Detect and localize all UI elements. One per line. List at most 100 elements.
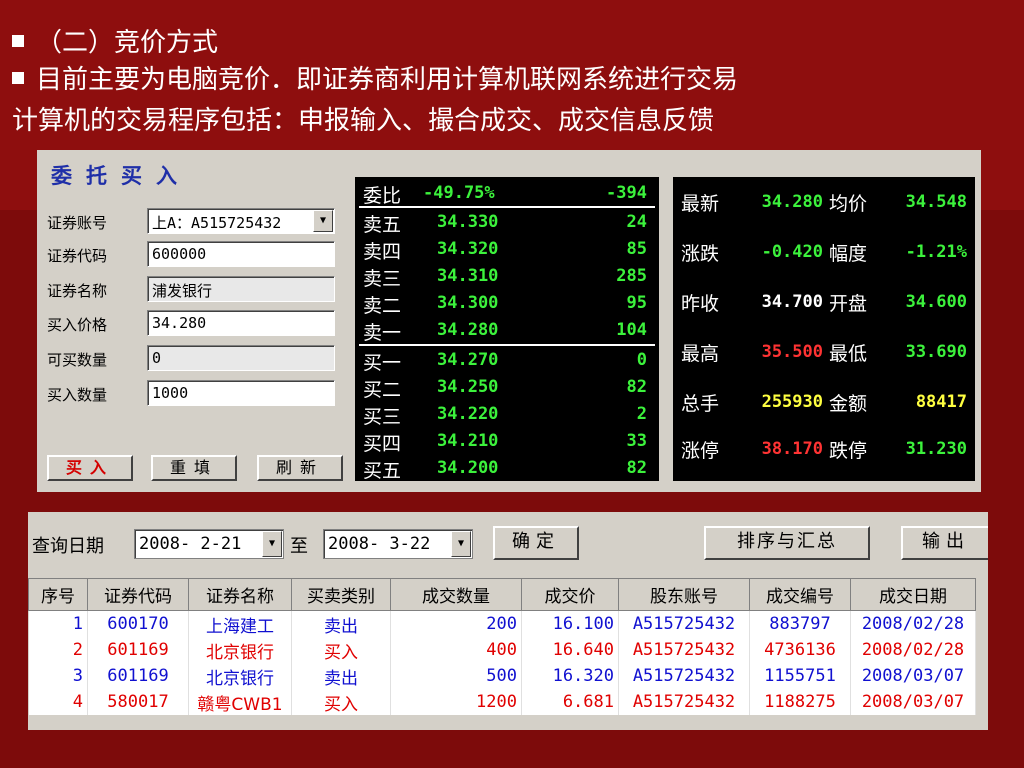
cell-side: 卖出 — [291, 663, 391, 689]
order-panel: 委托买入 证券账号 上A：A515725432 ▼ 证券代码 600000 证券… — [37, 150, 981, 492]
col-header[interactable]: 证券名称 — [188, 578, 292, 611]
stat-label: 昨收 — [681, 293, 720, 315]
stat-value: 88417 — [915, 392, 967, 412]
level-volume: 82 — [626, 377, 647, 397]
account-select[interactable]: 上A：A515725432 ▼ — [147, 208, 335, 234]
level-price: 34.320 — [437, 239, 499, 259]
table-row[interactable]: 3 601169 北京银行 卖出 500 16.320 A515725432 1… — [28, 663, 976, 689]
level-price: 34.210 — [437, 431, 499, 451]
dropdown-arrow-icon[interactable]: ▼ — [262, 531, 282, 557]
col-header[interactable]: 成交日期 — [850, 578, 976, 611]
col-header[interactable]: 证券代码 — [87, 578, 189, 611]
stat-label: 幅度 — [829, 243, 868, 265]
body-text: 计算机的交易程序包括：申报输入、撮合成交、成交信息反馈 — [12, 106, 715, 136]
bullet-square-icon — [12, 72, 24, 84]
sort-summary-button[interactable]: 排序与汇总 — [704, 526, 870, 560]
to-date-select[interactable]: 2008- 3-22 ▼ — [323, 529, 473, 559]
stat-label: 开盘 — [829, 293, 868, 315]
to-label: 至 — [290, 536, 308, 557]
refresh-button[interactable]: 刷新 — [257, 455, 343, 481]
quantity-input[interactable]: 1000 — [147, 380, 335, 406]
from-date-select[interactable]: 2008- 2-21 ▼ — [134, 529, 284, 559]
buy-row: 买三 34.220 2 — [355, 400, 659, 428]
stat-value: 33.690 — [905, 342, 967, 362]
bullet-line-1: （二）竞价方式 — [12, 26, 218, 60]
buy-row: 买四 34.210 33 — [355, 427, 659, 455]
export-button[interactable]: 输出 — [901, 526, 988, 560]
stat-label: 均价 — [829, 193, 868, 215]
col-header[interactable]: 股东账号 — [618, 578, 750, 611]
level-price: 34.300 — [437, 293, 499, 313]
body-text: 目前主要为电脑竞价．即证券商利用计算机联网系统进行交易 — [36, 65, 739, 95]
level-volume: 82 — [626, 458, 647, 478]
level-label: 卖一 — [363, 322, 402, 344]
col-header[interactable]: 序号 — [28, 578, 88, 611]
stat-value: -0.420 — [761, 242, 823, 262]
cell-date: 2008/02/28 — [850, 637, 976, 663]
ratio-value: -49.75% — [423, 183, 495, 203]
bullet-line-3: 计算机的交易程序包括：申报输入、撮合成交、成交信息反馈 — [12, 104, 714, 138]
cell-side: 买入 — [291, 689, 391, 715]
cell-price: 6.681 — [521, 689, 619, 715]
cell-side: 买入 — [291, 637, 391, 663]
level-volume: 2 — [636, 404, 647, 424]
cell-code: 601169 — [87, 663, 189, 689]
cell-code: 601169 — [87, 637, 189, 663]
query-panel: 查询日期 2008- 2-21 ▼ 至 2008- 3-22 ▼ 确定 排序与汇… — [28, 512, 988, 730]
level-price: 34.310 — [437, 266, 499, 286]
stat-value: 38.170 — [761, 439, 823, 459]
sell-row: 卖四 34.320 85 — [355, 235, 659, 263]
dropdown-arrow-icon[interactable]: ▼ — [451, 531, 471, 557]
stat-label: 涨跌 — [681, 243, 720, 265]
cell-price: 16.320 — [521, 663, 619, 689]
level-price: 34.330 — [437, 212, 499, 232]
cell-name: 北京银行 — [188, 663, 292, 689]
stat-value: 34.280 — [761, 192, 823, 212]
level-label: 卖五 — [363, 214, 402, 236]
level-label: 买二 — [363, 379, 402, 401]
col-header[interactable]: 成交编号 — [749, 578, 851, 611]
sell-row: 卖一 34.280 104 — [355, 316, 659, 344]
table-row[interactable]: 4 580017 赣粤CWB1 买入 1200 6.681 A515725432… — [28, 689, 976, 715]
buy-row: 买五 34.200 82 — [355, 454, 659, 482]
col-header[interactable]: 成交价 — [521, 578, 619, 611]
col-header[interactable]: 成交数量 — [390, 578, 522, 611]
stat-label: 总手 — [681, 393, 720, 415]
dropdown-arrow-icon[interactable]: ▼ — [313, 210, 333, 232]
stats-row: 最新 34.280 均价 34.548 — [673, 187, 975, 217]
level-price: 34.270 — [437, 350, 499, 370]
level-volume: 24 — [626, 212, 647, 232]
ratio-row: 委比 -49.75% -394 — [355, 179, 659, 207]
col-header[interactable]: 买卖类别 — [291, 578, 391, 611]
stats-board: 最新 34.280 均价 34.548 涨跌 -0.420 幅度 -1.21% … — [673, 177, 975, 481]
name-field: 浦发银行 — [147, 276, 335, 302]
quote-board: 委比 -49.75% -394 卖五 34.330 24 卖四 34.320 8… — [355, 177, 659, 482]
cell-code: 600170 — [87, 610, 189, 637]
level-label: 买四 — [363, 433, 402, 455]
stat-value: -1.21% — [905, 242, 967, 262]
price-input[interactable]: 34.280 — [147, 310, 335, 336]
stats-row: 最高 35.500 最低 33.690 — [673, 337, 975, 367]
order-title: 委托买入 — [51, 163, 191, 188]
stats-row: 涨跌 -0.420 幅度 -1.21% — [673, 237, 975, 267]
confirm-button[interactable]: 确定 — [493, 526, 579, 560]
stat-value: 35.500 — [761, 342, 823, 362]
cell-account: A515725432 — [618, 663, 750, 689]
level-price: 34.200 — [437, 458, 499, 478]
cell-qty: 1200 — [390, 689, 522, 715]
stat-label: 跌停 — [829, 440, 868, 462]
buy-button[interactable]: 买入 — [47, 455, 133, 481]
field-label: 买入数量 — [47, 386, 108, 404]
reset-button[interactable]: 重填 — [151, 455, 237, 481]
level-label: 买五 — [363, 460, 402, 482]
field-quantity: 买入数量 1000 — [45, 380, 345, 408]
buy-row: 买二 34.250 82 — [355, 373, 659, 401]
bullet-line-2: 目前主要为电脑竞价．即证券商利用计算机联网系统进行交易 — [12, 63, 738, 97]
table-row[interactable]: 2 601169 北京银行 买入 400 16.640 A515725432 4… — [28, 637, 976, 663]
stats-row: 总手 255930 金额 88417 — [673, 387, 975, 417]
code-input[interactable]: 600000 — [147, 241, 335, 267]
to-date-value: 2008- 3-22 — [328, 534, 431, 554]
table-row[interactable]: 1 600170 上海建工 卖出 200 16.100 A515725432 8… — [28, 610, 976, 637]
field-available: 可买数量 0 — [45, 345, 345, 373]
level-volume: 285 — [616, 266, 647, 286]
